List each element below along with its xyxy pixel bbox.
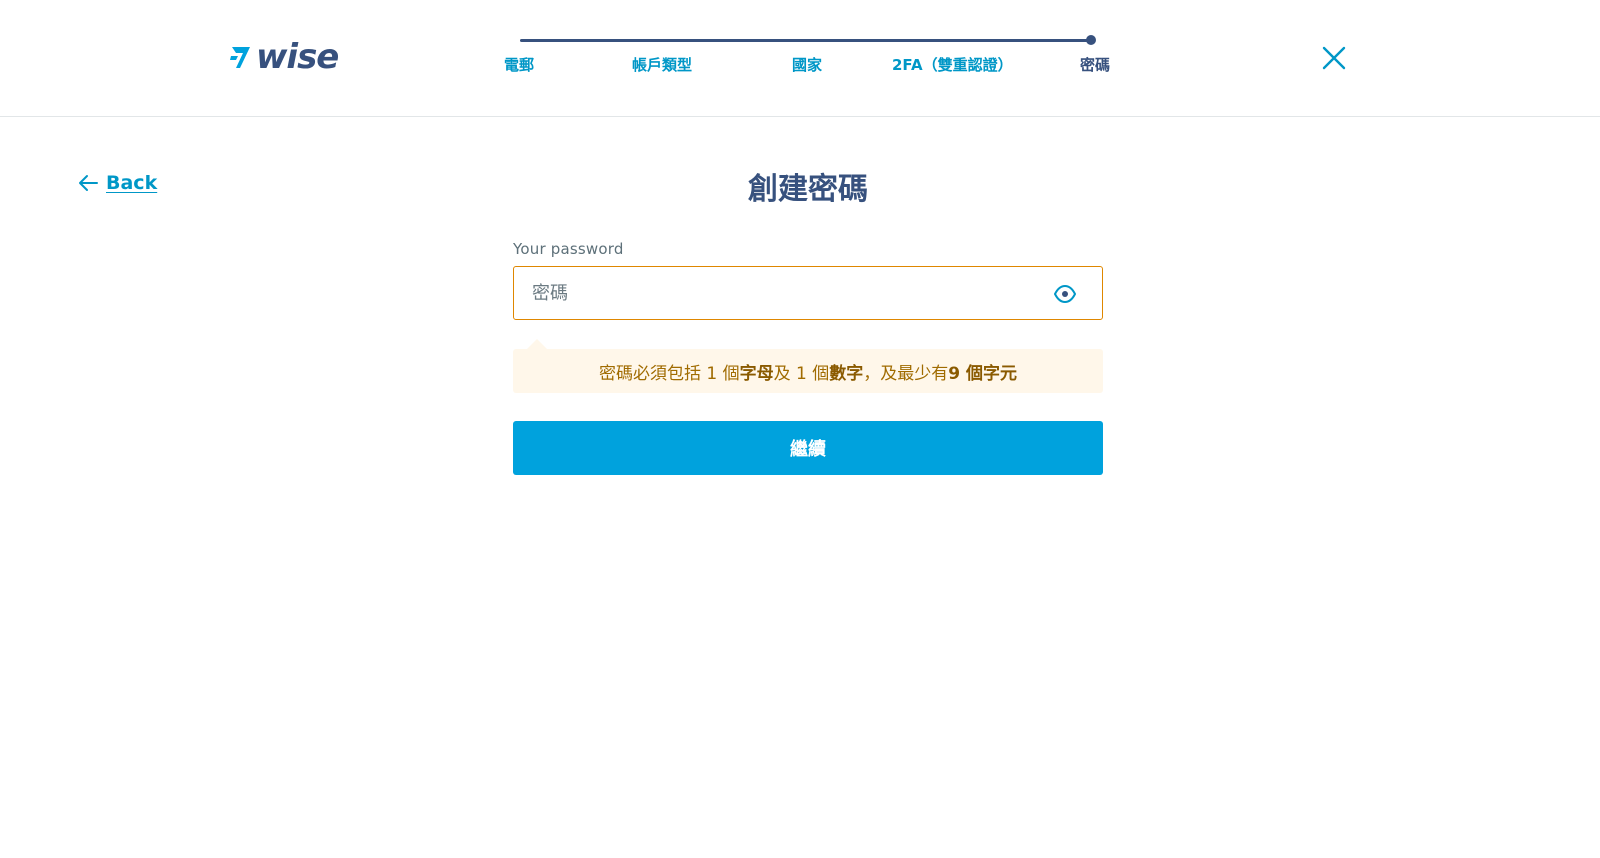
top-header: wise 電郵 帳戶類型 國家 2FA（雙重認證） 密碼 [0, 0, 1600, 117]
password-field-wrapper [513, 266, 1103, 320]
step-country[interactable]: 國家 [792, 54, 822, 75]
password-input[interactable] [514, 267, 1102, 319]
hint-text-2: 及 1 個 [773, 363, 830, 384]
wise-flag-icon [230, 47, 250, 68]
hint-text-1: 密碼必須包括 1 個 [599, 363, 740, 384]
back-label: Back [106, 172, 158, 194]
wise-logo[interactable]: wise [230, 37, 339, 77]
close-icon[interactable] [1320, 44, 1348, 72]
hint-caret [527, 339, 547, 349]
progress-stepper: 電郵 帳戶類型 國家 2FA（雙重認證） 密碼 [490, 30, 1120, 80]
continue-button[interactable]: 繼續 [513, 421, 1103, 475]
hint-bold-letter: 字母 [739, 363, 774, 384]
back-link[interactable]: Back [78, 172, 157, 194]
password-requirements-hint: 密碼必須包括 1 個字母及 1 個數字 ，及最少有 9 個字元 [513, 349, 1103, 393]
hint-bold-length: 9 個字元 [948, 363, 1017, 384]
step-email[interactable]: 電郵 [504, 54, 534, 75]
step-account-type[interactable]: 帳戶類型 [632, 54, 692, 75]
hint-text-3: ，及最少有 [863, 363, 949, 384]
eye-icon[interactable] [1054, 284, 1076, 304]
stepper-current-dot [1086, 35, 1096, 45]
page-title: 創建密碼 [748, 172, 868, 207]
hint-bold-number: 數字 [829, 363, 864, 384]
logo-wordmark: wise [256, 37, 339, 77]
password-label: Your password [513, 240, 624, 258]
step-2fa[interactable]: 2FA（雙重認證） [892, 54, 1013, 75]
step-password: 密碼 [1080, 56, 1111, 74]
stepper-progress-track [520, 39, 1090, 42]
arrow-left-icon [79, 175, 98, 191]
